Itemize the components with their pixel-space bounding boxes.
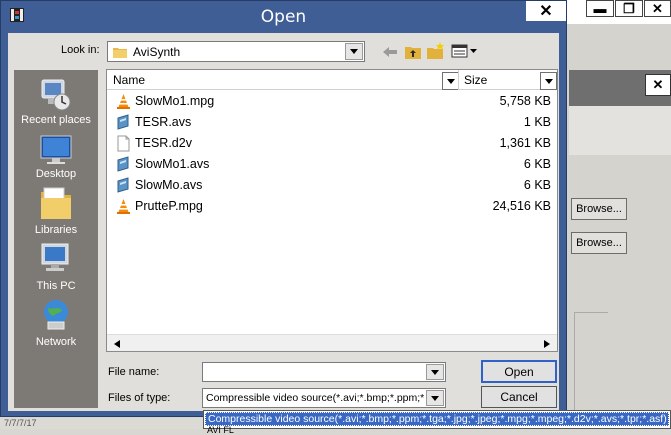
file-row[interactable]: PrutteP.mpg 24,516 KB [107, 196, 557, 217]
files-of-type-dropdown-button[interactable] [426, 390, 444, 406]
open-button[interactable]: Open [481, 360, 557, 383]
view-menu-icon[interactable] [451, 43, 479, 60]
scroll-right-icon[interactable] [539, 336, 555, 351]
file-size: 6 KB [523, 157, 551, 171]
file-name-combobox[interactable] [202, 362, 446, 382]
background-status-text: 7/7/7/17 [0, 418, 208, 429]
list-header: Name Size [107, 70, 557, 90]
desktop-icon [40, 135, 72, 164]
file-name: TESR.d2v [135, 136, 192, 150]
place-recent-places[interactable]: Recent places [14, 74, 98, 126]
file-type-dropdown-list: Compressible video source(*.avi;*.bmp;*.… [203, 410, 671, 435]
files-of-type-value: Compressible video source(*.avi;*.bmp;*.… [206, 392, 424, 404]
file-name: SlowMo1.avs [135, 157, 210, 171]
file-size: 1 KB [523, 115, 551, 129]
file-list[interactable]: Name Size SlowMo1.mpg 5,758 KB TESR.avs … [106, 69, 558, 352]
file-size: 1,361 KB [499, 136, 551, 150]
avs-script-icon [115, 177, 132, 194]
recent-places-icon [41, 79, 71, 111]
chevron-down-icon [446, 78, 455, 84]
file-size: 5,758 KB [499, 94, 551, 108]
horizontal-scrollbar[interactable] [107, 334, 557, 351]
file-name-label: File name: [108, 366, 160, 378]
files-of-type-combobox[interactable]: Compressible video source(*.avi;*.bmp;*.… [202, 388, 446, 408]
place-label: Network [35, 336, 77, 348]
maximize-button[interactable]: ❐ [615, 0, 643, 17]
size-column-dropdown[interactable] [540, 72, 557, 90]
up-folder-icon[interactable] [404, 43, 422, 60]
look-in-dropdown-button[interactable] [345, 43, 363, 60]
avs-script-icon [115, 114, 132, 131]
background-close-button[interactable]: ✕ [644, 0, 671, 17]
place-desktop[interactable]: Desktop [14, 134, 98, 180]
file-type-option[interactable]: AVI FL [207, 426, 234, 435]
back-arrow-icon[interactable] [381, 44, 399, 60]
file-name: PrutteP.mpg [135, 199, 203, 213]
dialog-close-button[interactable]: ✕ [526, 1, 566, 21]
file-row[interactable]: TESR.avs 1 KB [107, 112, 557, 133]
place-this-pc[interactable]: This PC [14, 240, 98, 292]
look-in-label: Look in: [61, 44, 100, 56]
places-bar: Recent places Desktop Libraries This PC … [14, 70, 98, 408]
browse-button-1[interactable]: Browse... [571, 198, 627, 220]
folder-icon [113, 46, 127, 58]
file-name-dropdown-button[interactable] [426, 364, 444, 380]
file-size: 6 KB [523, 178, 551, 192]
blank-file-icon [115, 135, 132, 152]
cancel-button[interactable]: Cancel [481, 386, 557, 408]
vlc-cone-icon [115, 93, 132, 110]
look-in-value: AviSynth [133, 44, 181, 59]
chevron-down-icon [350, 49, 358, 54]
file-type-option-selected[interactable]: Compressible video source(*.avi;*.bmp;*.… [205, 412, 669, 426]
chevron-down-icon [431, 369, 439, 375]
file-row[interactable]: SlowMo.avs 6 KB [107, 175, 557, 196]
column-header-size[interactable]: Size [464, 70, 487, 90]
this-pc-icon [41, 243, 69, 271]
name-column-dropdown[interactable] [442, 72, 459, 90]
chevron-down-icon [544, 78, 553, 84]
dialog-title: Open [260, 6, 307, 27]
chevron-down-icon [431, 395, 439, 401]
place-libraries[interactable]: Libraries [14, 184, 98, 236]
place-label: Desktop [35, 168, 77, 180]
file-name: SlowMo1.mpg [135, 94, 215, 108]
file-row[interactable]: TESR.d2v 1,361 KB [107, 133, 557, 154]
place-network[interactable]: Network [14, 296, 98, 348]
background-subwindow-close-button[interactable]: ✕ [645, 74, 671, 96]
file-size: 24,516 KB [492, 199, 551, 213]
look-in-combobox[interactable]: AviSynth [107, 41, 365, 62]
column-divider [458, 70, 459, 90]
place-label: Recent places [21, 114, 91, 126]
minimize-button[interactable]: ▬ [586, 0, 614, 17]
scroll-left-icon[interactable] [109, 336, 125, 351]
file-row[interactable]: SlowMo1.avs 6 KB [107, 154, 557, 175]
file-row[interactable]: SlowMo1.mpg 5,758 KB [107, 91, 557, 112]
network-icon [44, 300, 68, 330]
avs-script-icon [115, 156, 132, 173]
place-label: Libraries [34, 224, 78, 236]
column-header-name[interactable]: Name [113, 70, 145, 90]
libraries-icon [41, 187, 71, 219]
new-folder-icon[interactable] [426, 42, 445, 60]
browse-button-2[interactable]: Browse... [571, 232, 627, 254]
background-group-box [574, 312, 608, 420]
files-of-type-label: Files of type: [108, 392, 171, 404]
file-name: SlowMo.avs [135, 178, 203, 192]
vlc-cone-icon [115, 198, 132, 215]
file-name: TESR.avs [135, 115, 192, 129]
place-label: This PC [36, 280, 76, 292]
